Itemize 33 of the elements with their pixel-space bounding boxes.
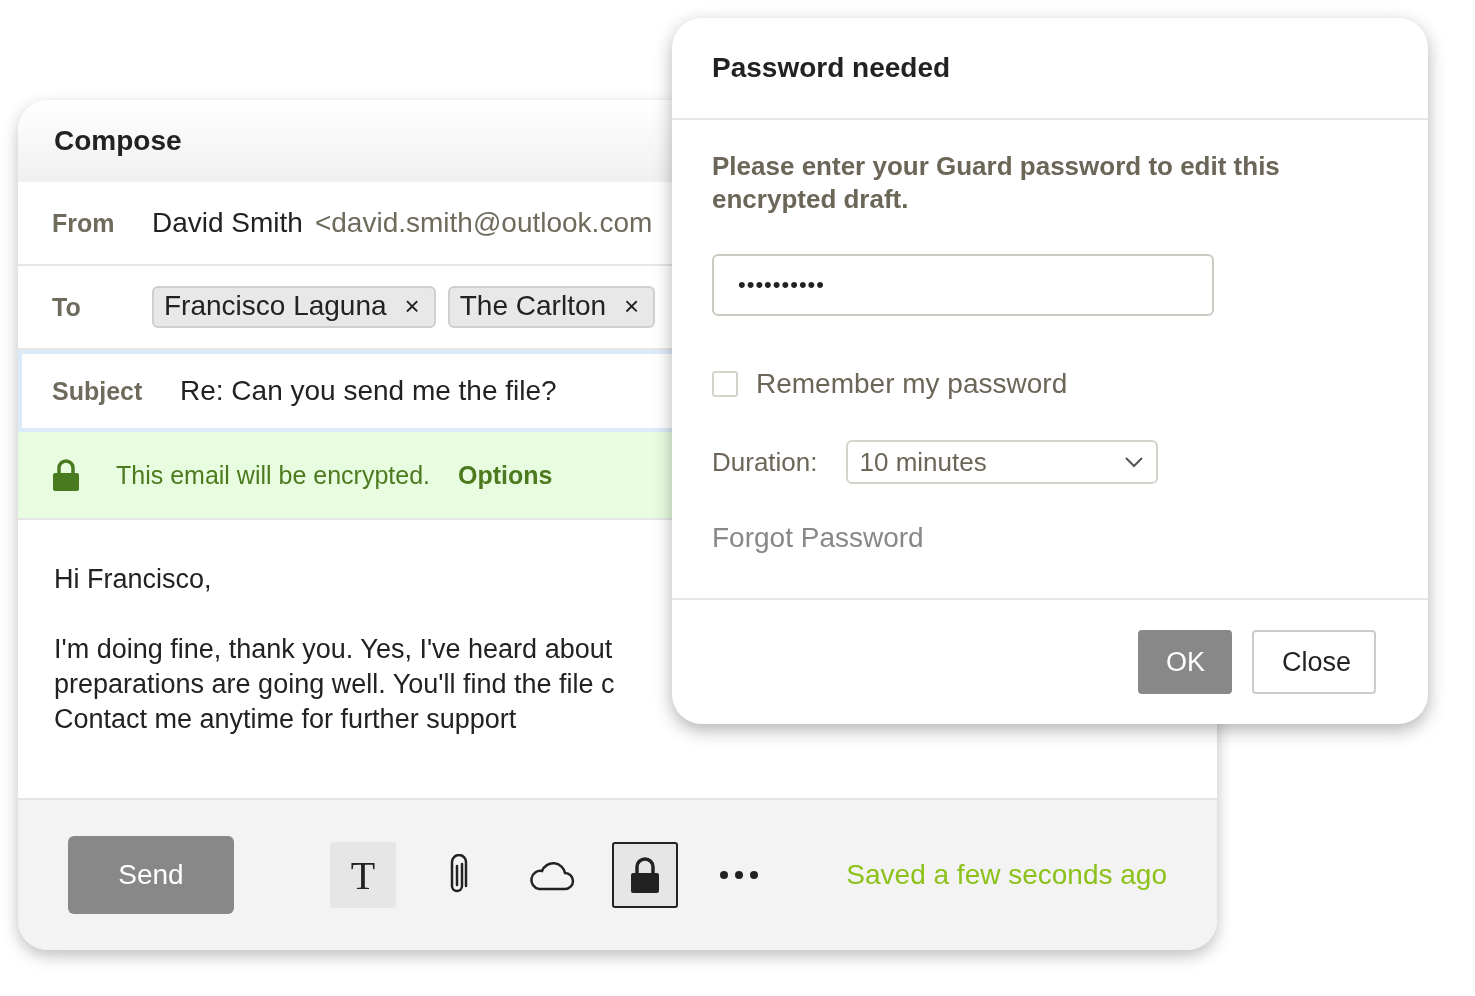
password-field[interactable]: •••••••••• (712, 254, 1214, 316)
dialog-title: Password needed (672, 18, 1428, 120)
sender-name: David Smith (152, 207, 303, 239)
recipient-chip[interactable]: The Carlton × (447, 286, 656, 328)
subject-label: Subject (52, 376, 144, 406)
close-button[interactable]: Close (1252, 630, 1376, 694)
remove-recipient-button[interactable]: × (624, 290, 640, 322)
more-icon (719, 870, 759, 880)
remember-checkbox[interactable] (712, 371, 738, 397)
remember-label: Remember my password (756, 368, 1068, 400)
body-text-line: Hi Francisco, (54, 563, 213, 596)
text-format-button[interactable]: T (330, 842, 396, 908)
options-link[interactable]: Options (458, 460, 553, 490)
recipient-chip[interactable]: Francisco Laguna × (152, 286, 436, 328)
lock-icon (52, 458, 80, 492)
from-label: From (52, 208, 116, 238)
duration-label: Duration: (712, 446, 818, 478)
save-status: Saved a few seconds ago (846, 859, 1167, 891)
forgot-password-link[interactable]: Forgot Password (712, 522, 924, 554)
encryption-message: This email will be encrypted. (116, 460, 430, 490)
subject-value: Re: Can you send me the file? (180, 375, 557, 407)
chevron-down-icon (1123, 456, 1144, 468)
to-label: To (52, 292, 82, 322)
ok-button[interactable]: OK (1138, 630, 1232, 694)
encrypt-button[interactable] (612, 842, 678, 908)
lock-icon (629, 856, 661, 894)
send-button[interactable]: Send (68, 836, 234, 914)
sender-address: <david.smith@outlook.com (314, 207, 653, 239)
duration-dropdown[interactable]: 10 minutes (845, 440, 1158, 484)
cloud-icon (527, 859, 575, 891)
body-text-line: Contact me anytime for further support (54, 703, 518, 736)
remove-recipient-button[interactable]: × (404, 290, 420, 322)
body-text-line: preparations are going well. You'll find the file c (54, 668, 616, 701)
